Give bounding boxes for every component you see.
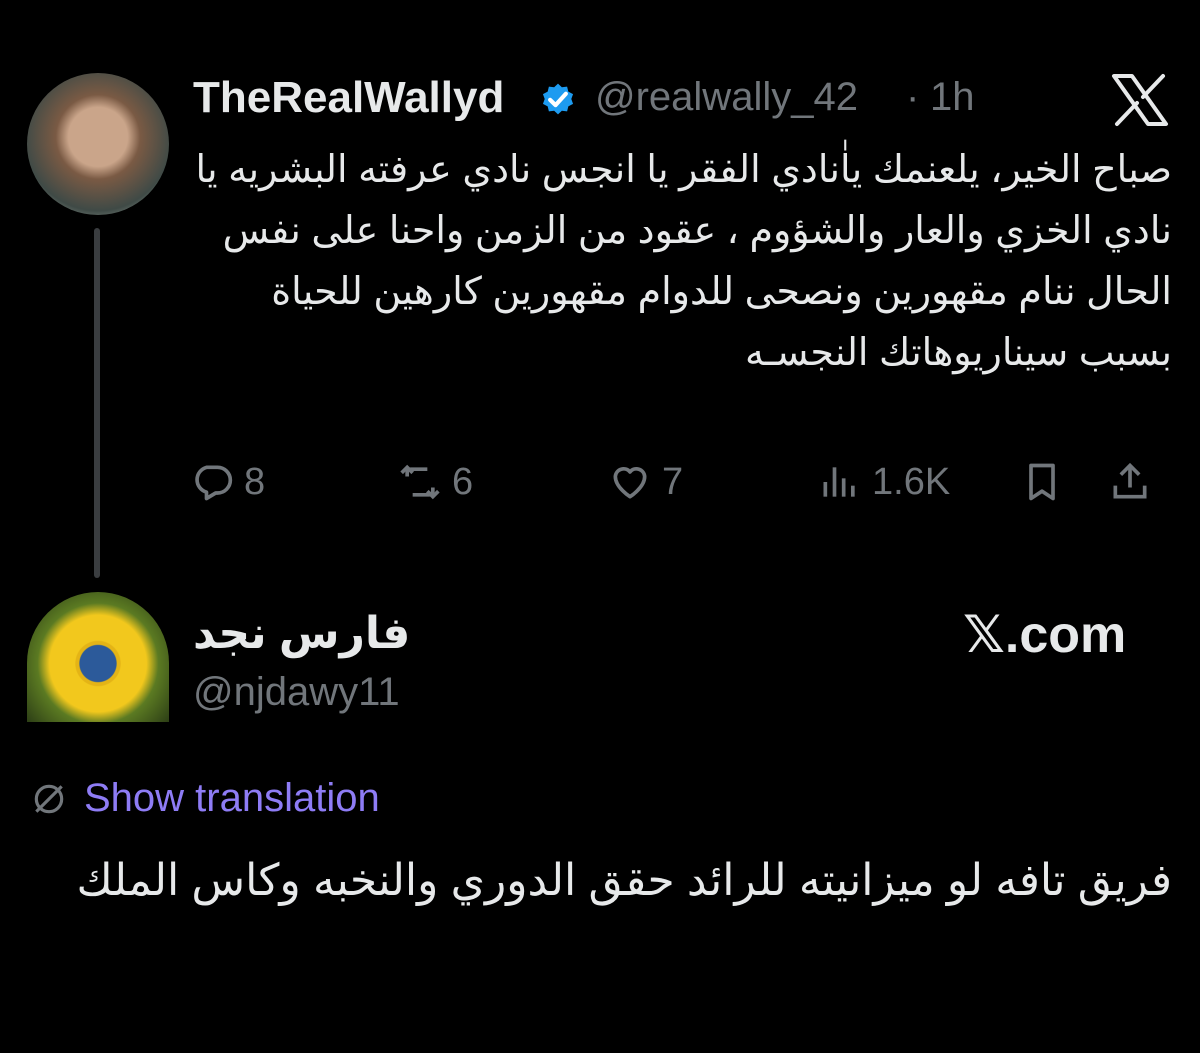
avatar[interactable]: [27, 73, 169, 215]
tweet-text: صباح الخير، يلعنمك ياٰنادي الفقر يا انجس…: [195, 149, 1172, 374]
reply-button[interactable]: 8: [190, 460, 265, 504]
like-button[interactable]: 7: [608, 460, 683, 504]
reply-count: 8: [244, 460, 266, 503]
show-translation-link[interactable]: Show translation: [84, 776, 380, 821]
views-button[interactable]: 1.6K: [818, 460, 950, 504]
reply-author-name[interactable]: فارس نجد: [193, 608, 410, 659]
timestamp[interactable]: 1h: [930, 75, 975, 120]
separator-dot: ·: [906, 75, 920, 119]
verified-badge-icon: [542, 83, 574, 115]
author-handle[interactable]: @realwally_42: [595, 75, 858, 120]
repost-icon: [400, 464, 440, 500]
repost-button[interactable]: 6: [398, 460, 473, 504]
thread-connector: [94, 228, 100, 578]
share-button[interactable]: [1108, 460, 1152, 504]
bookmark-icon: [1029, 463, 1055, 501]
reply-author-handle[interactable]: @njdawy11: [193, 670, 400, 715]
repost-count: 6: [452, 460, 474, 503]
like-count: 7: [662, 460, 684, 503]
reply-avatar[interactable]: [27, 592, 169, 722]
tweet-actions: 8 6 7 1.6K: [190, 460, 1172, 520]
views-count: 1.6K: [872, 460, 951, 503]
x-com-watermark: 𝕏.com: [963, 606, 1127, 664]
views-icon: [823, 467, 855, 497]
bookmark-button[interactable]: [1020, 460, 1064, 504]
reply-text: فريق تافه لو ميزانيته للرائد حقق الدوري …: [76, 856, 1172, 905]
translate-icon: [34, 784, 64, 814]
page-title: Post: [0, 0, 1200, 10]
author-name[interactable]: TheRealWallyd: [193, 73, 504, 123]
reply-icon: [195, 465, 233, 501]
like-icon: [613, 467, 647, 499]
x-logo-icon: [1112, 74, 1168, 126]
share-icon: [1113, 462, 1147, 499]
